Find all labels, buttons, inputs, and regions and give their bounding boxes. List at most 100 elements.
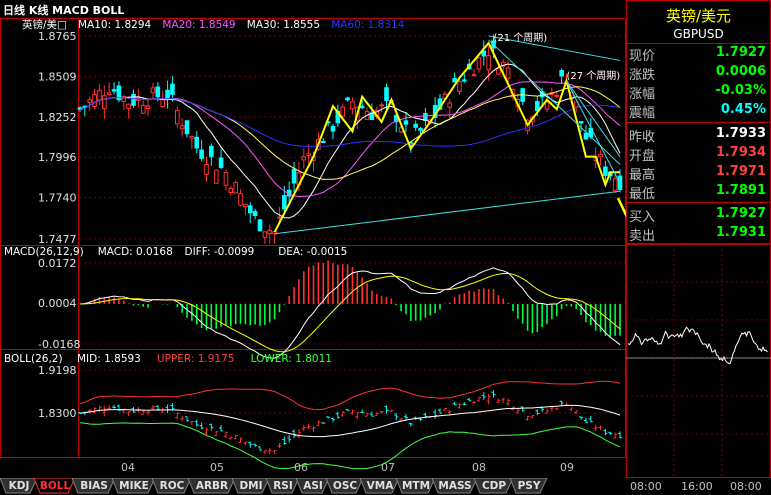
chart-area[interactable]: 1.8765 1.8509 1.8252 1.7996 1.7740 1.7477 (21 … <box>0 18 626 478</box>
quote-value: 1.7891 <box>715 183 766 198</box>
trend-arrow-shaft <box>616 197 626 218</box>
candle-body <box>92 93 97 108</box>
candle-body <box>330 126 336 132</box>
candle-body <box>291 168 297 184</box>
candle-body <box>345 97 350 101</box>
tab-vma[interactable]: VMA <box>360 478 400 494</box>
candle-body <box>384 87 389 101</box>
tab-mike[interactable]: MIKE <box>112 478 156 494</box>
tab-bias[interactable]: BIAS <box>72 478 116 494</box>
quote-label: 昨收 <box>629 130 656 145</box>
tab-label: KDJ <box>8 480 30 492</box>
candle-body <box>252 211 258 217</box>
quote-row: 最高 1.7971 <box>627 163 770 183</box>
y-tick-label: 0.0004 <box>38 297 77 310</box>
candle-body <box>423 113 428 121</box>
candle-body <box>174 109 180 125</box>
quote-row: 震幅 0.45% <box>627 101 770 121</box>
boll-legend-item: BOLL(26,2) <box>4 353 63 365</box>
y-tick-label: 1.8509 <box>38 70 77 83</box>
x-tick-label: 06 <box>294 461 308 474</box>
tab-label: ROC <box>159 480 185 492</box>
tab-mass[interactable]: MASS <box>432 478 478 494</box>
quote-row: 昨收 1.7933 <box>627 125 770 145</box>
quote-title: 英镑/美元 <box>665 7 732 25</box>
candle-body <box>209 145 214 158</box>
tab-roc[interactable]: ROC <box>152 478 192 494</box>
tab-rsi[interactable]: RSI <box>266 478 300 494</box>
quote-value: 1.7971 <box>715 164 766 179</box>
candle-body <box>165 89 170 99</box>
macd-legend-item: MACD(26,12,9) <box>4 246 84 258</box>
tab-asi[interactable]: ASI <box>296 478 330 494</box>
quote-value: 0.0006 <box>715 64 766 79</box>
x-tick-label: 08 <box>472 461 486 474</box>
candle-body <box>102 95 107 109</box>
intraday-frame <box>626 244 771 478</box>
candle-body <box>505 67 511 79</box>
time-label: 08:00 <box>730 480 762 493</box>
candle-body <box>204 164 209 175</box>
candle-body <box>447 102 453 108</box>
candle-body <box>340 106 346 117</box>
quote-row: 买入 1.7927 <box>627 205 770 225</box>
time-label: 08:00 <box>630 480 662 493</box>
quote-label: 开盘 <box>629 149 656 164</box>
candle-body <box>228 187 234 194</box>
y-tick-label: 1.9198 <box>38 364 77 377</box>
quote-separator <box>627 202 770 203</box>
macd-legend-item: DIFF: -0.0099 <box>185 246 255 258</box>
candle-body <box>413 123 418 128</box>
candle-body <box>184 120 190 135</box>
quote-code: GBPUSD <box>673 27 724 41</box>
candle-body <box>320 140 326 143</box>
tab-label: PSY <box>517 480 541 492</box>
candle-body <box>350 101 355 110</box>
candle-body <box>194 136 200 149</box>
tab-arbr[interactable]: ARBR <box>188 478 236 494</box>
quote-row: 现价 1.7927 <box>627 44 770 64</box>
candle-body <box>97 89 102 101</box>
x-tick-label: 05 <box>210 461 224 474</box>
candle-body <box>111 89 117 92</box>
x-tick-label: 07 <box>381 461 395 474</box>
candle-body <box>457 81 462 92</box>
candle-body <box>189 136 195 139</box>
tab-dmi[interactable]: DMI <box>232 478 270 494</box>
y-tick-label: 1.7477 <box>38 233 77 246</box>
tab-boll[interactable]: BOLL <box>34 478 76 494</box>
tab-osc[interactable]: OSC <box>326 478 364 494</box>
y-tick-label: 1.8252 <box>38 111 77 124</box>
channel-line <box>566 80 621 184</box>
tab-kdj[interactable]: KDJ <box>0 478 38 494</box>
candle-body <box>301 156 307 161</box>
candle-body <box>179 125 185 130</box>
candle-body <box>145 105 151 110</box>
intraday-time-axis: 08:00 16:00 08:00 <box>626 478 771 495</box>
candle-body <box>471 74 477 77</box>
candle-body <box>486 55 491 71</box>
tab-mtm[interactable]: MTM <box>396 478 436 494</box>
candle-body <box>150 87 156 94</box>
candle-body <box>140 104 146 114</box>
tab-label: MIKE <box>119 480 149 492</box>
y-tick-label: 1.8765 <box>38 30 77 43</box>
candle-body <box>544 101 550 110</box>
quote-value: 1.7934 <box>715 145 766 160</box>
y-tick-label: -0.0168 <box>38 338 80 351</box>
candle-body <box>257 219 263 232</box>
candle-body <box>267 229 273 235</box>
quote-label: 最低 <box>629 187 656 202</box>
price-legend-item: 英镑/美□ <box>22 18 67 31</box>
tab-psy[interactable]: PSY <box>510 478 548 494</box>
tab-label: DMI <box>239 480 263 492</box>
candle-body <box>131 93 136 106</box>
candle-body <box>126 103 131 109</box>
tab-label: OSC <box>332 480 358 492</box>
candle-body <box>603 166 608 176</box>
candle-body <box>87 99 93 103</box>
cycle-annotation: (21 个周期) <box>494 32 548 44</box>
tab-label: CDP <box>481 480 507 492</box>
tab-cdp[interactable]: CDP <box>474 478 514 494</box>
quote-row: 最低 1.7891 <box>627 182 770 202</box>
